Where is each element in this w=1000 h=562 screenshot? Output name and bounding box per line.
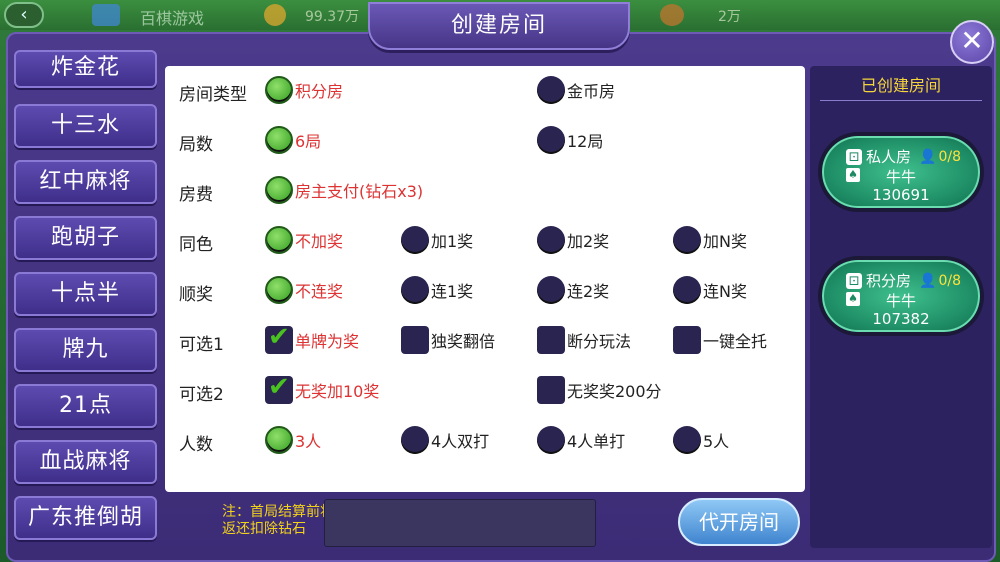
dialog-title: 创建房间: [368, 2, 630, 50]
game-item-zhajinhua[interactable]: 炸金花: [14, 50, 157, 88]
radio-icon: [537, 226, 565, 254]
radio-icon: [401, 426, 429, 454]
room-game: 牛牛: [885, 168, 916, 186]
checkbox-icon: [537, 326, 565, 354]
option-label-rounds: 局数: [179, 135, 213, 155]
game-item-guangdong[interactable]: 广东推倒胡: [14, 496, 157, 540]
background-title: 百棋游戏: [140, 9, 205, 28]
radio-icon: [673, 226, 701, 254]
option-label-straight: 顺奖: [179, 285, 213, 305]
radio-selected-icon: [265, 126, 293, 154]
checkbox-icon: [673, 326, 701, 354]
radio-icon: [537, 126, 565, 154]
option-label-fee: 房费: [179, 185, 213, 205]
option-label-players: 人数: [179, 435, 213, 455]
option-label-optional2: 可选2: [179, 385, 224, 405]
back-icon: ‹: [4, 2, 44, 28]
option-optional1-auto[interactable]: 一键全托: [673, 325, 767, 355]
coin-balance: 99.37万: [305, 9, 360, 25]
coin-icon: [264, 4, 286, 26]
checkbox-icon: [401, 326, 429, 354]
option-optional2-bonus200[interactable]: 无奖奖200分: [537, 375, 662, 405]
option-optional1-double[interactable]: 独奖翻倍: [401, 325, 495, 355]
close-button[interactable]: ✕: [950, 20, 994, 64]
divider: [820, 100, 982, 101]
option-straight-n[interactable]: 连N奖: [673, 275, 747, 305]
room-game: 牛牛: [885, 292, 916, 310]
note-box: [324, 499, 596, 547]
option-room-type-points[interactable]: 积分房: [265, 75, 343, 105]
option-label-same-color: 同色: [179, 235, 213, 255]
game-item-shisanshui[interactable]: 十三水: [14, 104, 157, 148]
radio-selected-icon: [265, 176, 293, 204]
created-rooms-panel: 已创建房间 ⚀ 私人房 👤 0/8 ♠ 牛牛 130691 ⚀ 积分房 👤 0/…: [810, 66, 992, 548]
radio-icon: [673, 276, 701, 304]
checkbox-icon: [537, 376, 565, 404]
option-players-4-double[interactable]: 4人双打: [401, 425, 489, 455]
game-item-21dian[interactable]: 21点: [14, 384, 157, 428]
room-card[interactable]: ⚀ 私人房 👤 0/8 ♠ 牛牛 130691: [818, 132, 984, 212]
radio-selected-icon: [265, 426, 293, 454]
option-straight-0[interactable]: 不连奖: [265, 275, 343, 305]
option-optional1-break[interactable]: 断分玩法: [537, 325, 631, 355]
radio-icon: [401, 276, 429, 304]
option-players-4-single[interactable]: 4人单打: [537, 425, 625, 455]
option-players-3[interactable]: 3人: [265, 425, 321, 455]
option-optional1-single[interactable]: 单牌为奖: [265, 322, 359, 355]
radio-icon: [537, 276, 565, 304]
ingot-balance: 2万: [718, 9, 741, 25]
game-item-paijiu[interactable]: 牌九: [14, 328, 157, 372]
option-straight-1[interactable]: 连1奖: [401, 275, 473, 305]
option-straight-2[interactable]: 连2奖: [537, 275, 609, 305]
dice-icon: ⚀: [846, 148, 862, 165]
checkbox-checked-icon: [265, 322, 293, 354]
room-card[interactable]: ⚀ 积分房 👤 0/8 ♠ 牛牛 107382: [818, 256, 984, 336]
logo-icon: [92, 4, 120, 26]
radio-selected-icon: [265, 226, 293, 254]
created-rooms-title: 已创建房间: [860, 76, 941, 95]
game-item-paohuzi[interactable]: 跑胡子: [14, 216, 157, 260]
person-icon: 👤: [919, 272, 937, 289]
option-optional2-bonus10[interactable]: 无奖加10奖: [265, 372, 379, 405]
radio-icon: [401, 226, 429, 254]
dice-icon: ⚀: [846, 272, 862, 289]
option-room-type-gold[interactable]: 金币房: [537, 75, 615, 105]
checkbox-checked-icon: [265, 372, 293, 404]
option-fee-host[interactable]: 房主支付(钻石x3): [265, 175, 423, 205]
room-id: 107382: [872, 310, 930, 328]
radio-icon: [673, 426, 701, 454]
option-same-color-n[interactable]: 加N奖: [673, 225, 747, 255]
options-panel: 房间类型 积分房 金币房 局数 6局 12局 房费 房主支付(钻石x3) 同色 …: [165, 66, 805, 492]
option-same-color-1[interactable]: 加1奖: [401, 225, 473, 255]
option-label-room-type: 房间类型: [179, 85, 247, 105]
person-icon: 👤: [919, 148, 937, 165]
open-room-button[interactable]: 代开房间: [678, 498, 800, 546]
option-same-color-2[interactable]: 加2奖: [537, 225, 609, 255]
option-rounds-6[interactable]: 6局: [265, 125, 321, 155]
game-item-shidianban[interactable]: 十点半: [14, 272, 157, 316]
room-head: ⚀ 私人房 👤 0/8: [846, 146, 961, 167]
room-head: ⚀ 积分房 👤 0/8: [846, 270, 961, 291]
game-item-hongzhong[interactable]: 红中麻将: [14, 160, 157, 204]
radio-icon: [537, 76, 565, 104]
option-same-color-0[interactable]: 不加奖: [265, 225, 343, 255]
radio-selected-icon: [265, 76, 293, 104]
option-rounds-12[interactable]: 12局: [537, 125, 603, 155]
ingot-icon: [660, 4, 684, 26]
option-players-5[interactable]: 5人: [673, 425, 729, 455]
game-item-xuezhan[interactable]: 血战麻将: [14, 440, 157, 484]
option-label-optional1: 可选1: [179, 335, 224, 355]
radio-icon: [537, 426, 565, 454]
room-id: 130691: [872, 186, 930, 204]
radio-selected-icon: [265, 276, 293, 304]
